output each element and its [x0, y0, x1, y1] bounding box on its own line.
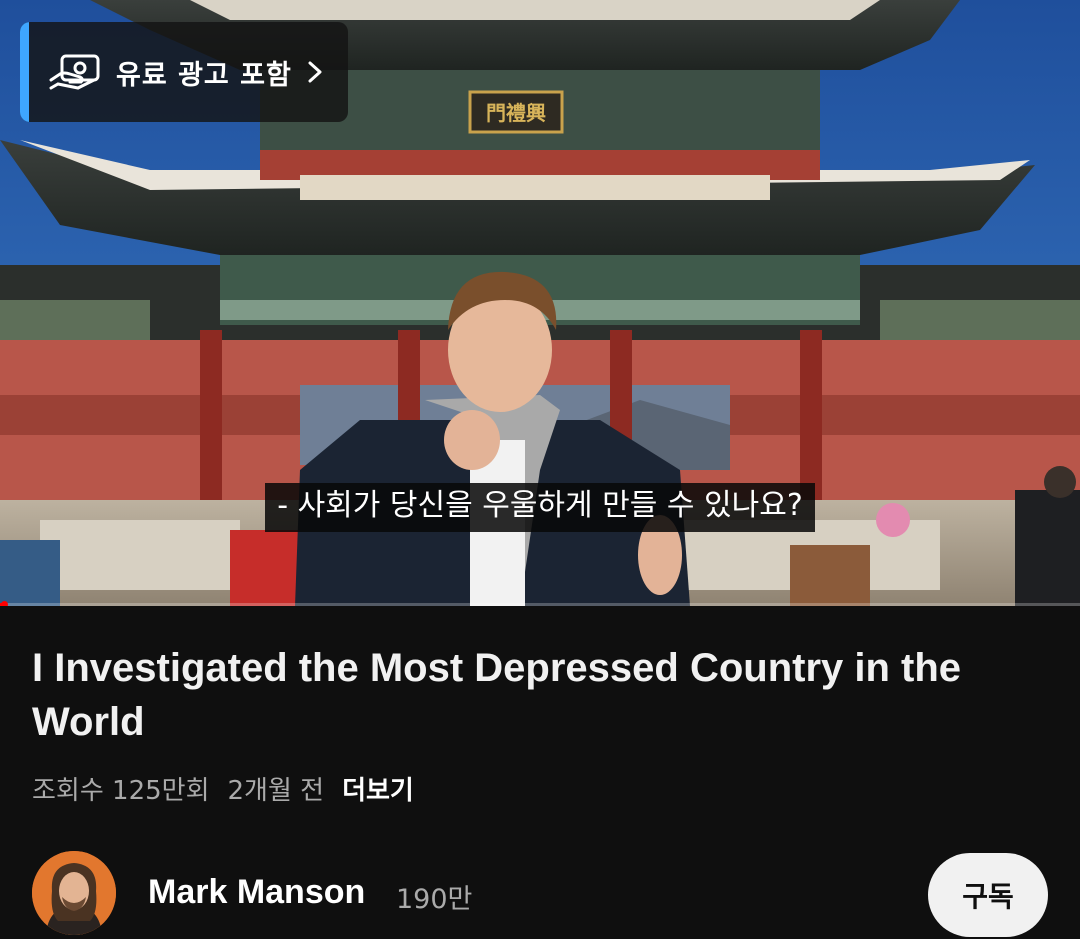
- view-count: 조회수 125만회: [32, 776, 210, 806]
- more-button[interactable]: 더보기: [342, 770, 414, 807]
- paid-promotion-banner[interactable]: 유료 광고 포함: [20, 22, 348, 122]
- video-player[interactable]: 門禮興 유료 광고 포함 - 사회가 당신을 우울하게 만들 수 있나요?: [0, 0, 1080, 606]
- chevron-right-icon: [308, 61, 322, 83]
- video-title[interactable]: I Investigated the Most Depressed Countr…: [32, 641, 1032, 749]
- video-metadata[interactable]: 조회수 125만회 2개월 전 더보기: [32, 770, 414, 807]
- subscribe-button[interactable]: 구독: [928, 853, 1048, 937]
- upload-age: 2개월 전: [227, 776, 325, 806]
- paid-promotion-icon: [49, 54, 100, 90]
- subtitle-caption: - 사회가 당신을 우울하게 만들 수 있나요?: [0, 483, 1080, 532]
- subscriber-count: 190만: [396, 884, 473, 915]
- video-progress-bar[interactable]: [0, 601, 1080, 606]
- promo-accent-bar: [20, 22, 29, 122]
- avatar[interactable]: [32, 851, 116, 935]
- caption-text: - 사회가 당신을 우울하게 만들 수 있나요?: [265, 483, 815, 532]
- paid-promotion-label: 유료 광고 포함: [116, 59, 292, 91]
- channel-row: Mark Manson 190만 구독: [32, 851, 1048, 937]
- gate-sign: 門禮興: [486, 101, 546, 125]
- progress-scrubber[interactable]: [1, 601, 9, 606]
- channel-name[interactable]: Mark Manson: [148, 873, 365, 912]
- avatar-image: [32, 851, 116, 935]
